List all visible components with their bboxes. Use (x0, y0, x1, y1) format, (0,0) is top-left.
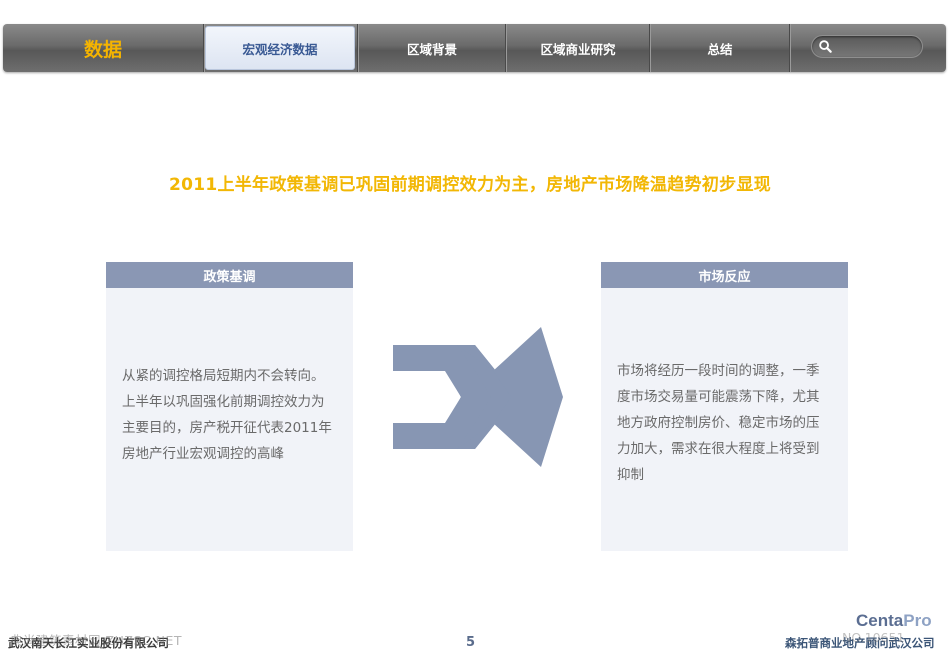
tab-summary[interactable]: 总结 (651, 24, 789, 72)
brand-title: 数据 (83, 38, 122, 61)
tab-regional-background[interactable]: 区域背景 (359, 24, 505, 72)
watermark-text: 典尚建筑素材网 ZHZSC.NET (10, 633, 183, 648)
policy-panel: 政策基调 从紧的调控格局短期内不会转向。上半年以巩固强化前期调控效力为主要目的，… (106, 262, 353, 551)
page-number: 5 (466, 635, 476, 650)
logo-suffix-text: Pro (903, 611, 932, 630)
tab-macro-economic-data[interactable]: 宏观经济数据 (205, 26, 355, 70)
logo-main-text: Centa (856, 611, 904, 630)
search-box[interactable] (811, 35, 923, 58)
page-headline: 2011上半年政策基调已巩固前期调控效力为主，房地产市场降温趋势初步显现 (168, 175, 772, 195)
market-panel-title: 市场反应 (601, 262, 848, 288)
right-arrow-icon (393, 327, 563, 467)
watermark-number: NO.10651 (842, 630, 905, 645)
nav-separator (789, 24, 791, 72)
market-panel-text: 市场将经历一段时间的调整，一季度市场交易量可能震荡下降，尤其地方政府控制房价、稳… (617, 363, 820, 483)
market-panel: 市场反应 市场将经历一段时间的调整，一季度市场交易量可能震荡下降，尤其地方政府控… (601, 262, 848, 551)
top-nav-bar: 数据 宏观经济数据 区域背景 区域商业研究 总结 (3, 24, 946, 72)
centapro-logo: CentaPro (856, 611, 932, 631)
tab-regional-commerce-research[interactable]: 区域商业研究 (507, 24, 649, 72)
search-input[interactable] (838, 38, 922, 57)
search-icon[interactable] (818, 39, 833, 54)
policy-panel-title: 政策基调 (106, 262, 353, 288)
policy-panel-text: 从紧的调控格局短期内不会转向。上半年以巩固强化前期调控效力为主要目的，房产税开征… (122, 368, 332, 462)
